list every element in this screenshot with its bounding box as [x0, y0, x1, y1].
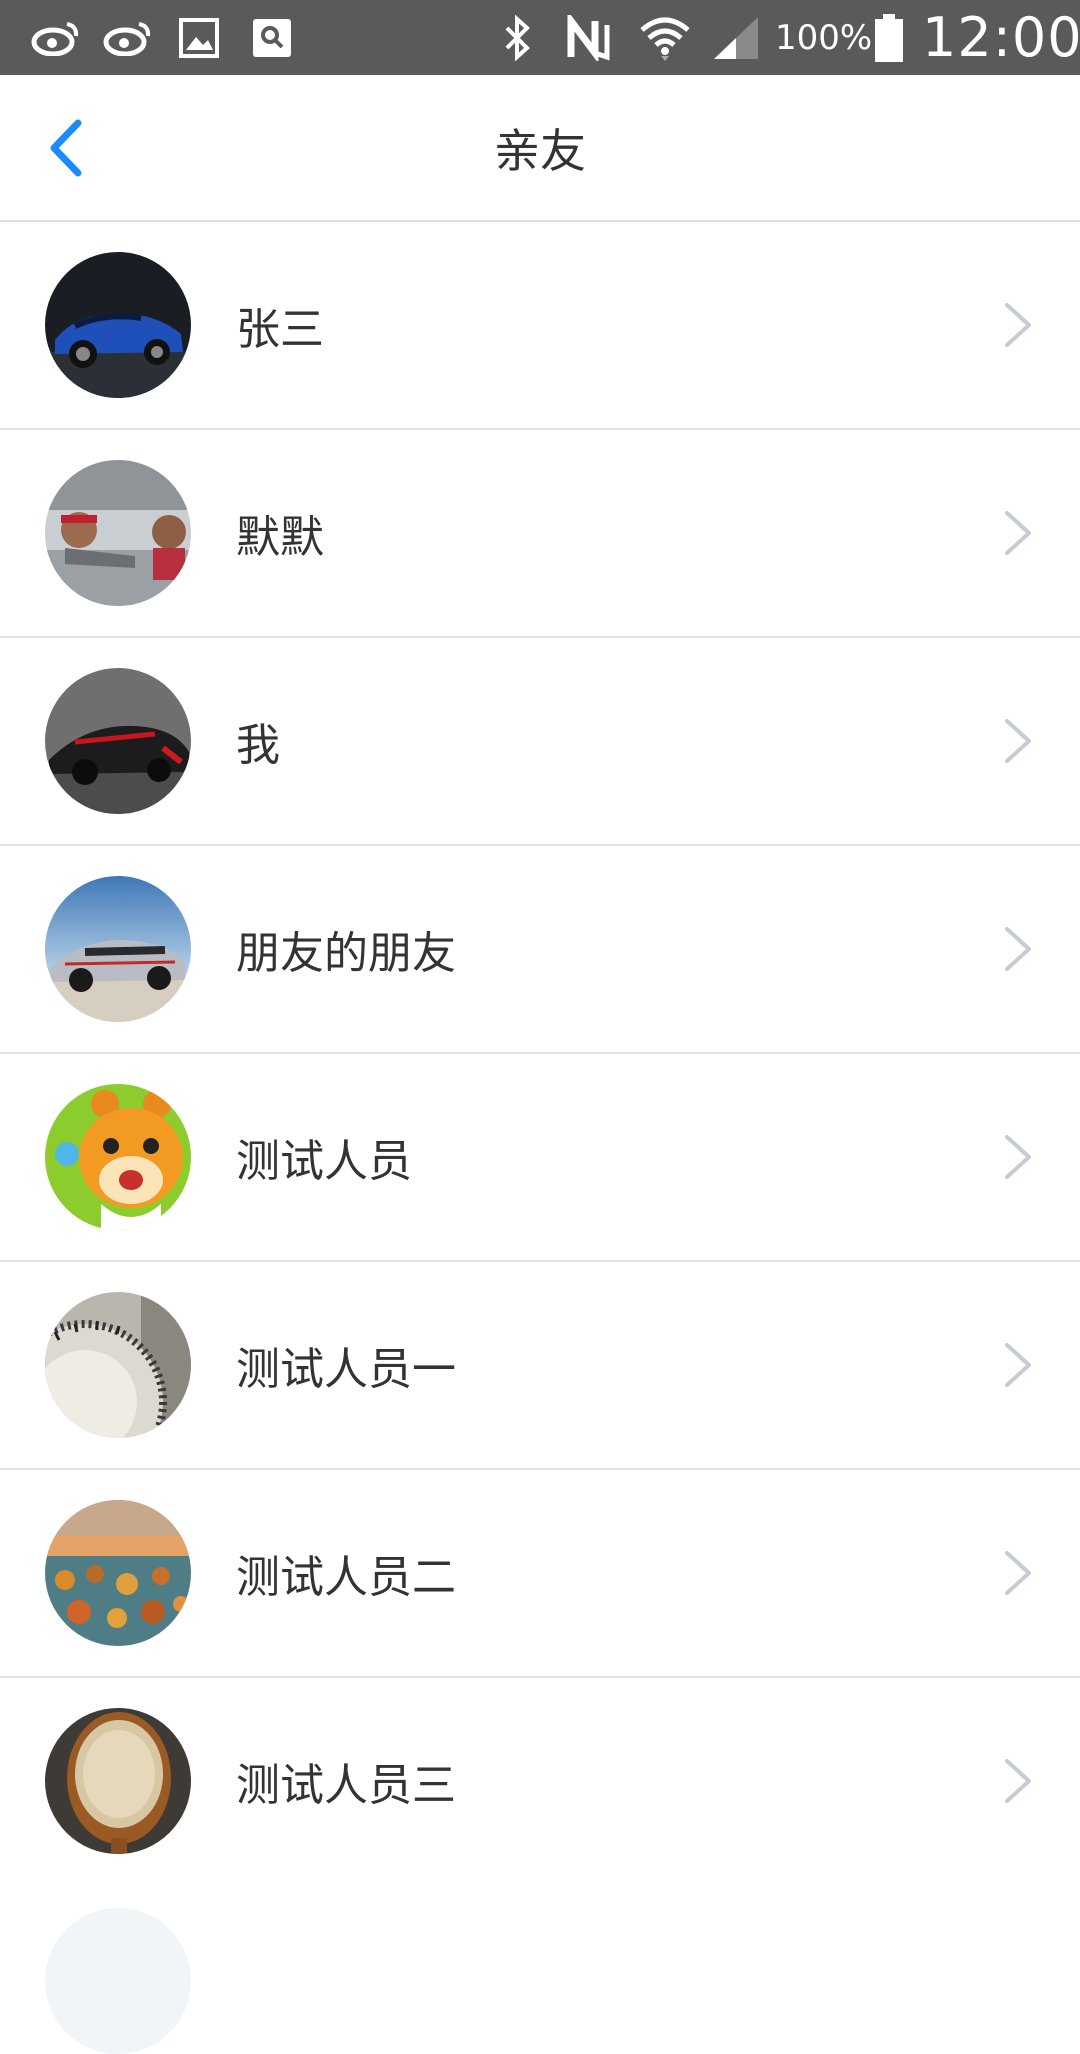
contact-name: 张三: [236, 304, 324, 355]
avatar: [45, 1084, 191, 1230]
chevron-right-icon: [1005, 1551, 1031, 1595]
chevron-right-icon: [1005, 303, 1031, 347]
contact-row-momo[interactable]: 默默: [0, 430, 1080, 638]
contact-row-tester[interactable]: 测试人员: [0, 1054, 1080, 1262]
contact-row-tester-2[interactable]: 测试人员二: [0, 1470, 1080, 1678]
contact-name: 测试人员一: [236, 1344, 456, 1395]
search-app-icon: [248, 0, 296, 75]
contact-name: 我: [236, 720, 280, 771]
chevron-right-icon: [1005, 927, 1031, 971]
bluetooth-icon: [496, 0, 538, 75]
avatar: [45, 1708, 191, 1854]
contact-name: 测试人员二: [236, 1552, 456, 1603]
avatar: [45, 668, 191, 814]
contact-row-partial[interactable]: [0, 1878, 1080, 2054]
avatar: [45, 460, 191, 606]
back-button[interactable]: [30, 110, 100, 186]
battery-percent: 100%: [775, 17, 873, 58]
avatar: [45, 1908, 191, 2054]
contact-row-tester-1[interactable]: 测试人员一: [0, 1262, 1080, 1470]
contact-row-friend-of-friend[interactable]: 朋友的朋友: [0, 846, 1080, 1054]
contact-list: 张三 默默 我 朋友的朋友 测试人员 测试人员一 测试人员二 测试人员三: [0, 222, 1080, 1886]
chevron-right-icon: [1005, 1759, 1031, 1803]
nfc-icon: [562, 0, 614, 75]
chevron-right-icon: [1005, 511, 1031, 555]
signal-icon: [710, 0, 764, 75]
navigation-header: 亲友: [0, 75, 1080, 222]
weibo-icon: [100, 0, 156, 75]
avatar: [45, 252, 191, 398]
avatar: [45, 1292, 191, 1438]
chevron-right-icon: [1005, 1135, 1031, 1179]
chevron-right-icon: [1005, 1343, 1031, 1387]
contact-name: 朋友的朋友: [236, 928, 456, 979]
avatar: [45, 876, 191, 1022]
clock: 12:00: [922, 6, 1080, 69]
contact-name: 测试人员三: [236, 1760, 456, 1811]
contact-row-me[interactable]: 我: [0, 638, 1080, 846]
contact-name: 默默: [236, 512, 324, 563]
contact-row-tester-3[interactable]: 测试人员三: [0, 1678, 1080, 1886]
wifi-icon: [636, 0, 694, 75]
avatar: [45, 1500, 191, 1646]
battery-icon: [872, 0, 906, 75]
contact-name: 测试人员: [236, 1136, 412, 1187]
gallery-icon: [175, 0, 223, 75]
chevron-left-icon: [50, 119, 82, 177]
page-title: 亲友: [494, 123, 586, 178]
chevron-right-icon: [1005, 719, 1031, 763]
weibo-icon: [28, 0, 84, 75]
status-bar: 100% 12:00: [0, 0, 1080, 75]
contact-row-zhangsan[interactable]: 张三: [0, 222, 1080, 430]
